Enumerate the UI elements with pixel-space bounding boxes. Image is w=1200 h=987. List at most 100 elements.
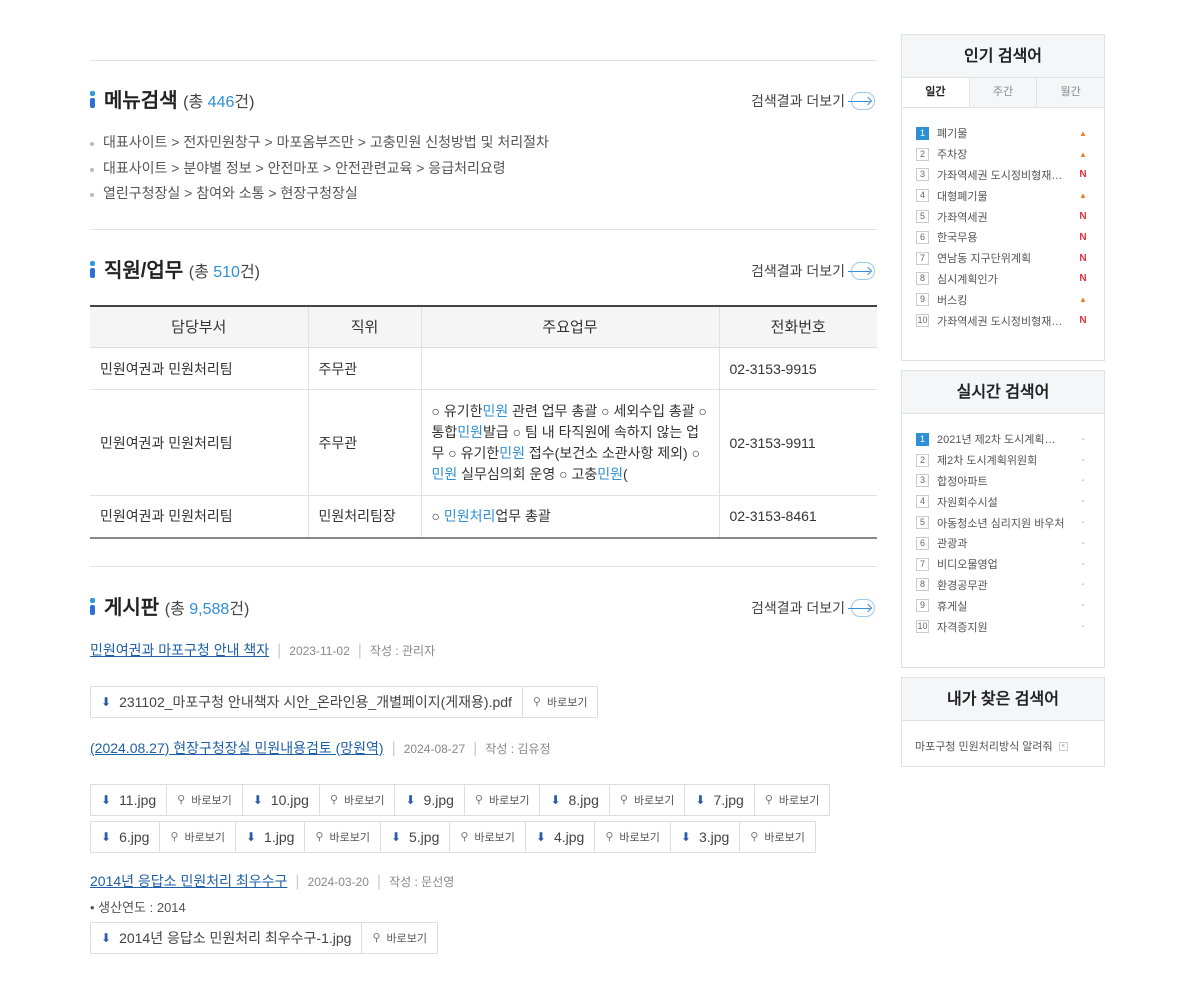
count-suffix: 건) bbox=[234, 94, 255, 111]
preview-button[interactable]: ⚲ 바로보기 bbox=[166, 784, 242, 815]
download-link[interactable]: ⬇ 3.jpg bbox=[671, 822, 739, 852]
file-name: 9.jpg bbox=[423, 791, 454, 808]
count-suffix: 건) bbox=[239, 263, 260, 281]
more-label: 검색결과 더보기 bbox=[750, 599, 845, 616]
position-cell: 민원처리팀장 bbox=[307, 495, 421, 539]
preview-button[interactable]: ⚲ 바로보기 bbox=[304, 821, 380, 852]
keyword-item[interactable]: 5 아동청소년 심리지원 바우처 - bbox=[916, 512, 1089, 533]
section-title-staff: 직원/업무 (총 510건) bbox=[90, 258, 260, 286]
preview-button[interactable]: ⚲ 바로보기 bbox=[318, 784, 395, 815]
work-text: ( bbox=[622, 465, 628, 482]
keyword-text: 가좌역세권 bbox=[937, 211, 988, 224]
download-icon: ⬇ bbox=[101, 829, 112, 844]
keyword-item[interactable]: 7 연남동 지구단위계획 N bbox=[916, 248, 1089, 269]
keyword-item[interactable]: 7 비디오물영업 - bbox=[916, 554, 1089, 575]
keyword-item[interactable]: 10 가좌역세권 도시정비형재… N bbox=[916, 310, 1089, 331]
my-search-item: 마포구청 민원처리방식 알려줘 × bbox=[902, 721, 1104, 754]
rank-up-icon: ▲ bbox=[1079, 128, 1087, 138]
file-name: 7.jpg bbox=[713, 791, 744, 808]
post-title-link[interactable]: 2014년 응답소 민원처리 최우수구 bbox=[90, 873, 287, 889]
download-link[interactable]: ⬇ 10.jpg bbox=[243, 785, 319, 815]
download-icon: ⬇ bbox=[695, 792, 706, 807]
keyword-item[interactable]: 9 버스킹 ▲ bbox=[916, 289, 1089, 310]
my-search-keyword[interactable]: 마포구청 민원처리방식 알려줘 bbox=[915, 738, 1053, 754]
more-results-link-board[interactable]: 검색결과 더보기 bbox=[751, 598, 875, 618]
download-link[interactable]: ⬇ 1.jpg bbox=[236, 822, 304, 852]
file-name: 4.jpg bbox=[553, 828, 585, 845]
more-results-link-staff[interactable]: 검색결과 더보기 bbox=[751, 261, 875, 281]
keyword-text: 버스킹 bbox=[937, 294, 968, 307]
download-link[interactable]: ⬇ 231102_마포구청 안내책자 시안_온라인용_개별페이지(게재용).pdf bbox=[91, 687, 522, 717]
search-icon: ⚲ bbox=[474, 794, 483, 806]
keyword-item[interactable]: 3 합정아파트 - bbox=[916, 471, 1089, 492]
download-link[interactable]: ⬇ 11.jpg bbox=[91, 785, 166, 815]
preview-label: 바로보기 bbox=[633, 794, 675, 807]
keyword-highlight: 민원처리 bbox=[443, 508, 496, 525]
tab-daily[interactable]: 일간 bbox=[902, 78, 969, 107]
keyword-item[interactable]: 1 2021년 제2차 도시계획… - bbox=[916, 429, 1089, 450]
preview-button[interactable]: ⚲ 바로보기 bbox=[739, 821, 815, 852]
preview-button[interactable]: ⚲ 바로보기 bbox=[463, 784, 540, 815]
preview-button[interactable]: ⚲ 바로보기 bbox=[159, 821, 235, 852]
keyword-highlight: 민원 bbox=[457, 423, 484, 440]
attachment: ⬇ 231102_마포구청 안내책자 시안_온라인용_개별페이지(게재용).pdf… bbox=[90, 685, 599, 718]
menu-result-item[interactable]: 대표사이트 > 전자민원창구 > 마포옴부즈만 > 고충민원 신청방법 및 처리… bbox=[90, 130, 877, 156]
tab-monthly[interactable]: 월간 bbox=[1036, 78, 1105, 107]
new-badge: N bbox=[1079, 252, 1087, 264]
post-header: 민원여권과 마포구청 안내 책자 | 2023-11-02 | 작성 : 관리자 bbox=[90, 640, 877, 660]
keyword-item[interactable]: 9 휴게실 - bbox=[916, 595, 1089, 616]
post-title-link[interactable]: 민원여권과 마포구청 안내 책자 bbox=[90, 642, 269, 658]
keyword-item[interactable]: 4 대형폐기물 ▲ bbox=[916, 185, 1089, 206]
keyword-item[interactable]: 3 가좌역세권 도시정비형재… N bbox=[916, 165, 1089, 186]
keyword-item[interactable]: 10 자격증지원 - bbox=[916, 616, 1089, 637]
preview-button[interactable]: ⚲ 바로보기 bbox=[594, 821, 670, 852]
keyword-text: 휴게실 bbox=[937, 600, 968, 613]
attachment-list-row2: ⬇ 6.jpg ⚲ 바로보기 ⬇ 1.jpg ⚲ 바로보기 ⬇ 5.jpg ⚲ 바로보기 ⬇ 4.j… bbox=[90, 820, 877, 853]
download-link[interactable]: ⬇ 6.jpg bbox=[91, 822, 159, 852]
new-badge: N bbox=[1079, 231, 1087, 243]
keyword-item[interactable]: 2 주차장 ▲ bbox=[916, 144, 1089, 165]
attachment: ⬇ 1.jpg ⚲ 바로보기 bbox=[235, 820, 381, 853]
preview-label: 바로보기 bbox=[344, 794, 385, 807]
download-icon: ⬇ bbox=[252, 792, 263, 807]
keyword-item[interactable]: 5 가좌역세권 N bbox=[916, 206, 1089, 227]
post-date: 2023-11-02 bbox=[289, 643, 350, 658]
menu-result-item[interactable]: 대표사이트 > 분야별 정보 > 안전마포 > 안전관련교육 > 응급처리요령 bbox=[90, 156, 877, 182]
tab-weekly[interactable]: 주간 bbox=[968, 78, 1037, 107]
title-marker-icon bbox=[90, 91, 95, 111]
rank-badge: 2 bbox=[916, 453, 929, 467]
table-header-row: 담당부서 직위 주요업무 전화번호 bbox=[90, 304, 877, 348]
preview-button[interactable]: ⚲ 바로보기 bbox=[521, 686, 598, 717]
download-link[interactable]: ⬇ 8.jpg bbox=[540, 785, 608, 815]
keyword-item[interactable]: 2 제2차 도시계획위원회 - bbox=[916, 450, 1089, 471]
close-icon[interactable]: × bbox=[1058, 741, 1068, 751]
no-change-icon: - bbox=[1081, 475, 1085, 487]
download-link[interactable]: ⬇ 9.jpg bbox=[395, 785, 463, 815]
download-icon: ⬇ bbox=[535, 829, 546, 844]
preview-button[interactable]: ⚲ 바로보기 bbox=[449, 821, 525, 852]
download-link[interactable]: ⬇ 4.jpg bbox=[526, 822, 594, 852]
no-change-icon: - bbox=[1081, 454, 1085, 466]
more-label: 검색결과 더보기 bbox=[750, 262, 845, 279]
download-icon: ⬇ bbox=[101, 792, 112, 807]
preview-button[interactable]: ⚲ 바로보기 bbox=[753, 784, 830, 815]
download-link[interactable]: ⬇ 2014년 응답소 민원처리 최우수구-1.jpg bbox=[91, 923, 361, 953]
menu-result-item[interactable]: 열린구청장실 > 참여와 소통 > 현장구청장실 bbox=[90, 181, 877, 207]
post-date: 2024-08-27 bbox=[403, 741, 466, 756]
download-link[interactable]: ⬇ 5.jpg bbox=[381, 822, 449, 852]
keyword-item[interactable]: 4 자원회수시설 - bbox=[916, 491, 1089, 512]
keyword-item[interactable]: 8 환경공무관 - bbox=[916, 575, 1089, 596]
preview-button[interactable]: ⚲ 바로보기 bbox=[608, 784, 685, 815]
phone-cell: 02-3153-9915 bbox=[718, 347, 877, 390]
phone-cell: 02-3153-8461 bbox=[718, 495, 877, 539]
no-change-icon: - bbox=[1081, 600, 1085, 612]
preview-button[interactable]: ⚲ 바로보기 bbox=[361, 922, 437, 953]
keyword-item[interactable]: 1 폐기물 ▲ bbox=[916, 123, 1089, 144]
keyword-item[interactable]: 6 관광과 - bbox=[916, 533, 1089, 554]
download-link[interactable]: ⬇ 7.jpg bbox=[685, 785, 753, 815]
post-title-link[interactable]: (2024.08.27) 현장구청장실 민원내용검토 (망원역) bbox=[90, 740, 384, 756]
more-results-link-menu[interactable]: 검색결과 더보기 bbox=[751, 91, 875, 111]
keyword-item[interactable]: 8 심시계획인가 N bbox=[916, 269, 1089, 290]
keyword-item[interactable]: 6 한국무용 N bbox=[916, 227, 1089, 248]
position-cell: 주무관 bbox=[307, 389, 421, 496]
